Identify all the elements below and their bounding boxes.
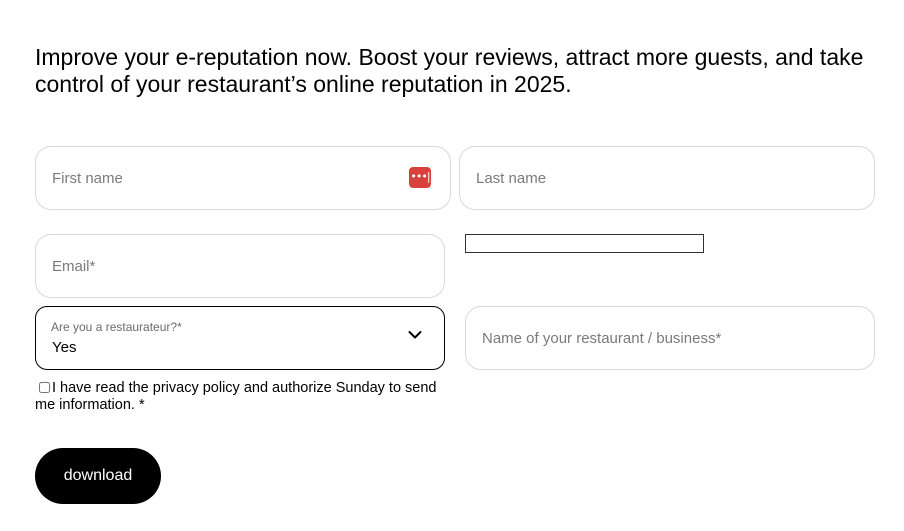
last-name-field[interactable] [459,146,875,210]
restaurateur-select-label: Are you a restaurateur?* [51,320,182,334]
first-name-input[interactable] [36,147,450,209]
page: Improve your e-reputation now. Boost you… [0,0,904,531]
consent-row: I have read the privacy policy and autho… [35,380,455,414]
chevron-down-icon[interactable] [408,330,422,340]
consent-label: I have read the privacy policy and autho… [35,380,437,413]
consent-checkbox[interactable] [39,382,50,393]
restaurant-name-input[interactable] [466,307,874,369]
download-button[interactable]: download [35,448,161,504]
intro-text: Improve your e-reputation now. Boost you… [35,44,864,97]
restaurant-name-field[interactable] [465,306,875,370]
password-manager-icon[interactable]: •••| [409,167,431,188]
empty-input-box[interactable] [465,234,704,253]
email-input[interactable] [36,235,444,297]
restaurateur-select-value: Yes [52,339,77,356]
restaurateur-select[interactable]: Are you a restaurateur?* Yes [35,306,445,370]
last-name-input[interactable] [460,147,874,209]
first-name-field[interactable]: •••| [35,146,451,210]
email-field[interactable] [35,234,445,298]
